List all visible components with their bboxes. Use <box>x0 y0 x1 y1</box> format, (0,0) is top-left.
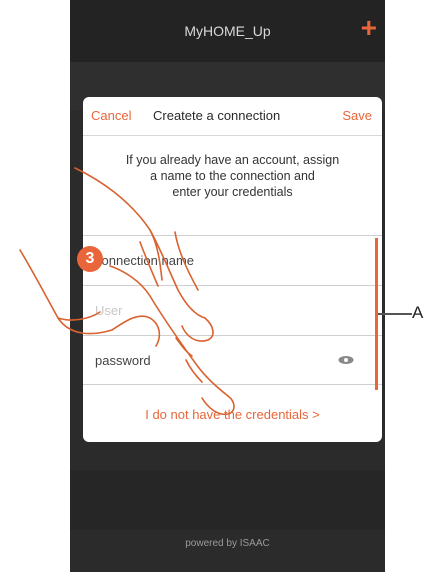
eye-icon[interactable] <box>338 355 354 365</box>
intro-line: If you already have an account, assign <box>125 153 340 167</box>
password-placeholder: password <box>95 352 151 368</box>
save-button[interactable]: Save <box>342 108 372 123</box>
powered-by-label: powered by ISAAC <box>185 538 270 549</box>
connection-name-field[interactable]: connection name <box>83 235 382 285</box>
no-credentials-link[interactable]: I do not have the credentials > <box>83 407 382 422</box>
create-connection-dialog: Cancel Createte a connection Save If you… <box>83 97 382 442</box>
callout-leader-line <box>378 313 412 315</box>
intro-line: a name to the connection and <box>150 169 315 183</box>
dialog-header: Cancel Createte a connection Save <box>83 97 382 136</box>
dialog-intro: If you already have an account, assign a… <box>83 152 382 200</box>
user-field[interactable]: User <box>83 285 382 335</box>
step-number-badge: 3 <box>77 246 103 272</box>
plus-icon[interactable]: + <box>361 14 377 42</box>
app-header: MyHOME_Up + <box>70 0 385 62</box>
cancel-button[interactable]: Cancel <box>91 108 131 123</box>
callout-label: A <box>412 303 424 322</box>
connection-name-placeholder: connection name <box>95 253 195 268</box>
app-title: MyHOME_Up <box>184 23 271 39</box>
password-field[interactable]: password <box>83 335 382 385</box>
user-placeholder: User <box>95 303 123 318</box>
intro-line: enter your credentials <box>172 185 293 199</box>
dialog-title: Createte a connection <box>153 108 281 123</box>
background-band <box>70 470 385 530</box>
